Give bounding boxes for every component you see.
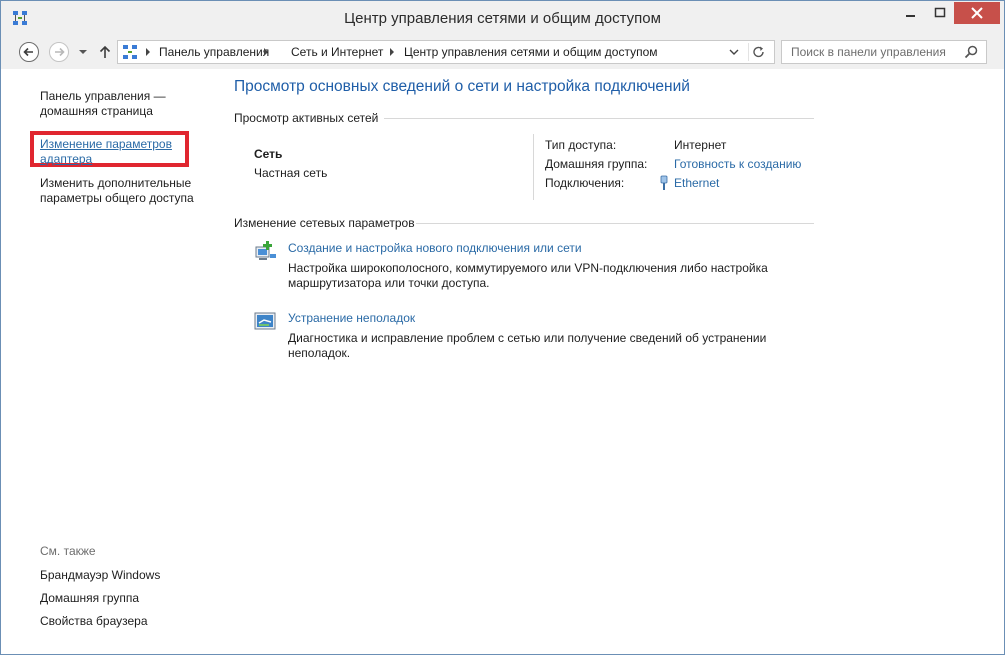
breadcrumb-separator-icon[interactable] [388, 47, 396, 57]
nav-change-adapter-settings[interactable]: Изменение параметров адаптера [40, 137, 190, 167]
homegroup-label: Домашняя группа: [545, 157, 648, 171]
recent-locations-chevron-icon[interactable] [76, 41, 90, 63]
breadcrumb-network-center[interactable]: Центр управления сетями и общим доступом [404, 45, 658, 59]
active-networks-header: Просмотр активных сетей [234, 111, 379, 125]
address-dropdown-chevron-icon[interactable] [727, 45, 741, 59]
breadcrumb-separator-icon[interactable] [144, 47, 152, 57]
task-new-connection-description: Настройка широкополосного, коммутируемог… [288, 261, 768, 290]
search-icon[interactable] [963, 44, 979, 60]
task-new-connection-link[interactable]: Создание и настройка нового подключения … [288, 241, 582, 255]
close-button[interactable] [954, 2, 1000, 24]
network-name: Сеть [254, 147, 283, 161]
see-also-browser-properties[interactable]: Свойства браузера [40, 614, 148, 628]
ethernet-icon [660, 175, 668, 190]
up-arrow-icon[interactable] [96, 41, 114, 63]
see-also-firewall[interactable]: Брандмауэр Windows [40, 568, 160, 582]
troubleshoot-icon[interactable] [253, 309, 277, 333]
minimize-button[interactable] [896, 2, 926, 24]
window-title: Центр управления сетями и общим доступом [344, 10, 661, 27]
breadcrumb-control-panel[interactable]: Панель управления [159, 45, 269, 59]
refresh-icon[interactable] [748, 43, 769, 61]
access-type-value: Интернет [674, 138, 727, 152]
access-type-label: Тип доступа: [545, 138, 617, 152]
breadcrumb-separator-icon[interactable] [262, 47, 270, 57]
maximize-button[interactable] [926, 2, 954, 24]
section-divider [416, 223, 814, 224]
forward-button[interactable] [48, 41, 70, 63]
network-category: Частная сеть [254, 166, 328, 180]
title-bar: Центр управления сетями и общим доступом [1, 1, 1004, 35]
task-troubleshoot-description: Диагностика и исправление проблем с сеть… [288, 331, 767, 360]
change-settings-header: Изменение сетевых параметров [234, 216, 415, 230]
section-divider [384, 118, 814, 119]
ethernet-connection-link[interactable]: Ethernet [674, 176, 719, 190]
see-also-homegroup[interactable]: Домашняя группа [40, 591, 139, 605]
window: Центр управления сетями и общим доступом [0, 0, 1005, 655]
homegroup-link[interactable]: Готовность к созданию [674, 157, 801, 171]
breadcrumb-network-internet[interactable]: Сеть и Интернет [291, 45, 383, 59]
see-also-heading: См. также [40, 544, 96, 558]
task-troubleshoot-link[interactable]: Устранение неполадок [288, 311, 415, 325]
vertical-divider [533, 134, 534, 200]
nav-advanced-sharing-settings[interactable]: Изменить дополнительные параметры общего… [40, 176, 210, 206]
address-bar[interactable]: Панель управления Сеть и Интернет Центр … [117, 40, 775, 64]
back-button[interactable] [18, 41, 40, 63]
page-title: Просмотр основных сведений о сети и наст… [234, 78, 690, 95]
control-panel-icon [123, 45, 137, 59]
new-connection-icon[interactable] [253, 239, 277, 263]
search-box[interactable]: Поиск в панели управления [781, 40, 987, 64]
nav-control-panel-home[interactable]: Панель управления — домашняя страница [40, 89, 190, 119]
navigation-bar: Панель управления Сеть и Интернет Центр … [1, 35, 1004, 69]
search-placeholder: Поиск в панели управления [791, 45, 946, 59]
connections-label: Подключения: [545, 176, 625, 190]
